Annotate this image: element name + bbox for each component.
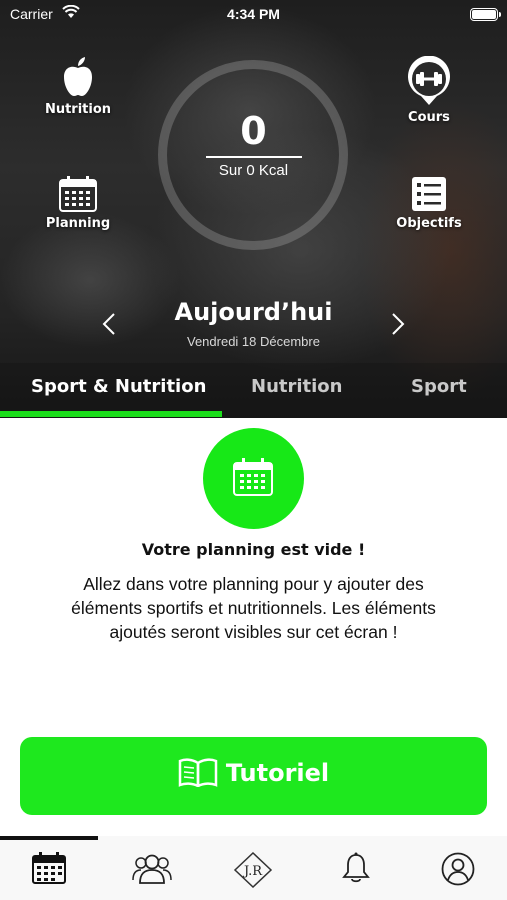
status-bar: Carrier 4:34 PM — [0, 0, 507, 30]
calendar-icon — [233, 458, 273, 496]
calendar-icon — [32, 852, 66, 884]
chevron-right-icon[interactable] — [391, 312, 405, 336]
dumbbell-pin-icon — [408, 56, 450, 105]
calorie-goal-label: Sur 0 Kcal — [218, 162, 289, 179]
active-tab-indicator — [0, 411, 222, 417]
shortcut-planning[interactable]: Planning — [23, 176, 133, 231]
nav-planning[interactable] — [27, 852, 71, 888]
tutorial-button-content: Tutoriel — [20, 758, 487, 789]
coach-logo-icon: J.R — [233, 852, 273, 888]
user-icon — [441, 852, 475, 886]
clock: 4:34 PM — [227, 6, 280, 22]
date-subtitle: Vendredi 18 Décembre — [187, 334, 320, 349]
apple-icon — [64, 57, 92, 96]
nav-coach[interactable]: J.R — [231, 852, 275, 888]
shortcut-objectifs[interactable]: Objectifs — [374, 176, 484, 231]
nav-profile[interactable] — [436, 852, 480, 888]
segment-tabs: Sport & Nutrition Nutrition Sport — [0, 363, 507, 418]
empty-state-badge — [203, 428, 304, 529]
bottom-tab-indicator — [0, 836, 98, 840]
open-book-icon — [178, 758, 218, 789]
hero-banner: Carrier 4:34 PM Nutrition Cours Planning… — [0, 0, 507, 418]
group-icon — [132, 854, 172, 884]
calendar-icon — [59, 176, 97, 212]
bell-icon — [342, 852, 370, 883]
empty-state-description: Allez dans votre planning pour y ajouter… — [71, 574, 436, 642]
tutorial-button-label: Tutoriel — [225, 759, 330, 787]
nav-community[interactable] — [130, 852, 174, 888]
calorie-divider — [205, 156, 302, 158]
empty-state-title: Votre planning est vide ! — [141, 540, 366, 559]
bottom-tab-bar: J.R — [0, 836, 507, 900]
tutorial-button[interactable]: Tutoriel — [20, 737, 487, 815]
calorie-counter: 0 Sur 0 Kcal — [0, 108, 507, 179]
date-navigator: Aujourd’hui Vendredi 18 Décembre — [0, 298, 507, 358]
battery-icon — [470, 8, 501, 21]
date-title: Aujourd’hui — [174, 298, 333, 326]
calorie-value: 0 — [240, 109, 267, 153]
shortcut-label: Planning — [45, 216, 111, 231]
tab-sport-nutrition[interactable]: Sport & Nutrition — [31, 376, 206, 397]
coach-logo-text: J.R — [242, 864, 263, 879]
tab-sport[interactable]: Sport — [411, 376, 467, 397]
checklist-icon — [412, 177, 446, 211]
nav-notifications[interactable] — [334, 852, 378, 888]
tab-nutrition[interactable]: Nutrition — [251, 376, 343, 397]
shortcut-label: Objectifs — [396, 216, 462, 231]
